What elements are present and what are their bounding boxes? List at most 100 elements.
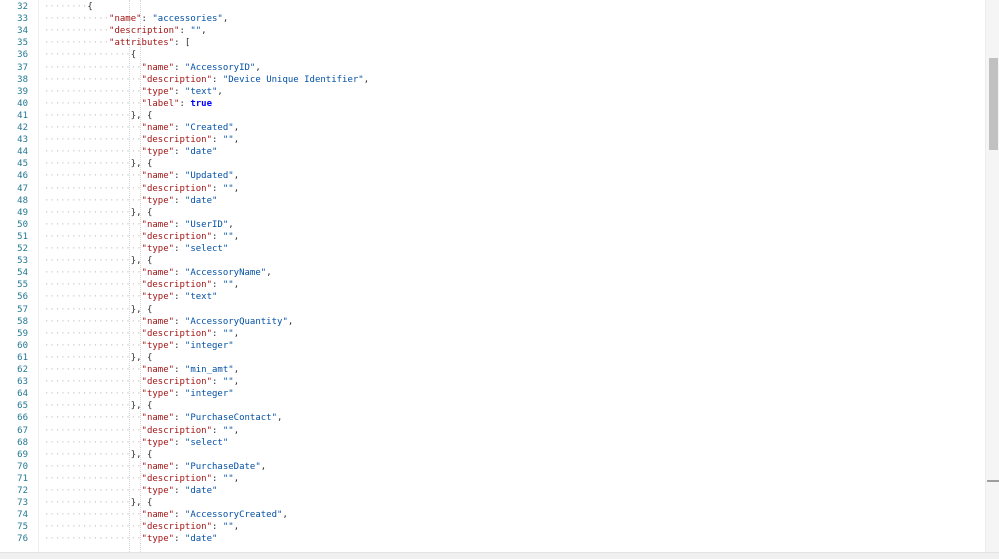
code-line[interactable]: 62 ··················"name": "min_amt", xyxy=(0,364,985,376)
code-line[interactable]: 34 ············"description": "", xyxy=(0,25,985,37)
whitespace-dots: ·················· xyxy=(44,377,142,388)
code-editor[interactable]: 32 ········{33 ············"name": "access… xyxy=(0,0,999,552)
whitespace-dots: ·················· xyxy=(44,473,142,484)
line-number: 40 xyxy=(17,98,28,109)
code-line[interactable]: 57 ················}, { xyxy=(0,304,985,316)
code-line[interactable]: 48 ··················"type": "date" xyxy=(0,195,985,207)
line-number: 43 xyxy=(17,135,28,146)
line-number: 51 xyxy=(17,231,28,242)
code-line[interactable]: 58 ··················"name": "AccessoryQu… xyxy=(0,316,985,328)
code-line[interactable]: 42 ··················"name": "Created", xyxy=(0,122,985,134)
code-line[interactable]: 44 ··················"type": "date" xyxy=(0,146,985,158)
json-punctuation: , xyxy=(233,377,240,388)
code-line[interactable]: 49 ················}, { xyxy=(0,207,985,219)
code-line[interactable]: 54 ··················"name": "AccessoryNa… xyxy=(0,267,985,279)
code-line[interactable]: 36 ················{ xyxy=(0,49,985,61)
code-line[interactable]: 63 ··················"description": "", xyxy=(0,376,985,388)
line-content: ··················"name": "AccessoryCrea… xyxy=(44,509,288,521)
code-line[interactable]: 69 ················}, { xyxy=(0,449,985,461)
code-line[interactable]: 70 ··················"name": "PurchaseDat… xyxy=(0,461,985,473)
line-number: 52 xyxy=(17,244,28,254)
code-line[interactable]: 74 ··················"name": "AccessoryCr… xyxy=(0,509,985,521)
whitespace-dots: ·················· xyxy=(44,244,142,254)
whitespace-dots: ············ xyxy=(44,38,110,49)
json-punctuation: : xyxy=(174,389,185,400)
code-line[interactable]: 61 ················}, { xyxy=(0,352,985,364)
code-line[interactable]: 52 ··················"type": "select" xyxy=(0,243,985,255)
code-line[interactable]: 66 ··················"name": "PurchaseCon… xyxy=(0,412,985,424)
code-line[interactable]: 41 ················}, { xyxy=(0,110,985,122)
code-line[interactable]: 68 ··················"type": "select" xyxy=(0,437,985,449)
whitespace-dots: ·················· xyxy=(44,522,142,533)
json-punctuation: : xyxy=(174,340,185,351)
code-line[interactable]: 45 ················}, { xyxy=(0,158,985,170)
json-boolean: true xyxy=(190,98,213,109)
json-key: "description" xyxy=(141,135,212,146)
code-line[interactable]: 55 ··················"description": "", xyxy=(0,279,985,291)
whitespace-dots: ················ xyxy=(44,110,131,121)
code-line[interactable]: 46 ··················"name": "Updated", xyxy=(0,170,985,182)
json-punctuation: }, { xyxy=(130,256,153,267)
line-content: ··················"name": "AccessoryID", xyxy=(44,62,261,74)
json-key: "name" xyxy=(141,461,175,472)
code-line[interactable]: 37 ··················"name": "AccessoryID… xyxy=(0,62,985,74)
code-line[interactable]: 33 ············"name": "accessories", xyxy=(0,13,985,25)
json-string: "PurchaseContact" xyxy=(184,413,278,424)
code-line[interactable]: 73 ················}, { xyxy=(0,497,985,509)
code-line[interactable]: 43 ··················"description": "", xyxy=(0,134,985,146)
json-string: "" xyxy=(222,231,234,242)
code-line[interactable]: 72 ··················"type": "date" xyxy=(0,485,985,497)
line-number: 54 xyxy=(17,268,28,279)
json-punctuation: : [ xyxy=(174,38,191,49)
code-line[interactable]: 50 ··················"name": "UserID", xyxy=(0,219,985,231)
whitespace-dots: ·················· xyxy=(44,413,142,424)
whitespace-dots: ·················· xyxy=(44,389,142,400)
json-punctuation: : xyxy=(212,328,223,339)
json-punctuation: : xyxy=(174,219,185,230)
code-line[interactable]: 40 ··················"label": true xyxy=(0,98,985,110)
line-content: ··················"description": "", xyxy=(44,328,239,340)
json-punctuation: , xyxy=(233,328,240,339)
line-content: ··················"type": "select" xyxy=(44,243,228,255)
code-line[interactable]: 75 ··················"description": "", xyxy=(0,521,985,533)
json-punctuation: : xyxy=(174,62,185,73)
line-content: ················}, { xyxy=(44,400,152,412)
json-punctuation: , xyxy=(282,510,288,521)
json-key: "name" xyxy=(141,510,175,521)
line-content: ··················"description": "Device… xyxy=(44,74,369,86)
code-lines[interactable]: 32 ········{33 ············"name": "access… xyxy=(0,0,985,552)
vertical-scrollbar[interactable] xyxy=(985,0,999,552)
json-key: "type" xyxy=(141,389,175,400)
json-string: "" xyxy=(222,328,234,339)
whitespace-dots: ·················· xyxy=(44,171,142,182)
code-line[interactable]: 32 ········{ xyxy=(0,1,985,13)
json-punctuation: : xyxy=(179,26,191,37)
code-line[interactable]: 38 ··················"description": "Devi… xyxy=(0,74,985,86)
whitespace-dots: ·················· xyxy=(44,510,142,521)
code-line[interactable]: 56 ··················"type": "text" xyxy=(0,291,985,303)
scrollbar-thumb[interactable] xyxy=(989,58,998,150)
code-line[interactable]: 35 ············"attributes": [ xyxy=(0,37,985,49)
code-line[interactable]: 67 ··················"description": "", xyxy=(0,425,985,437)
line-number: 32 xyxy=(17,2,28,12)
json-key: "name" xyxy=(141,62,175,73)
line-content: ············"name": "accessories", xyxy=(44,13,228,25)
json-punctuation: }, { xyxy=(130,159,153,170)
code-line[interactable]: 65 ················}, { xyxy=(0,400,985,412)
line-content: ··················"name": "PurchaseDate"… xyxy=(44,461,266,473)
code-line[interactable]: 51 ··················"description": "", xyxy=(0,231,985,243)
code-line[interactable]: 47 ··················"description": "", xyxy=(0,183,985,195)
json-punctuation: : xyxy=(174,461,185,472)
code-line[interactable]: 39 ··················"type": "text", xyxy=(0,86,985,98)
code-line[interactable]: 71 ··················"description": "", xyxy=(0,473,985,485)
line-content: ··················"name": "AccessoryQuan… xyxy=(44,316,293,328)
code-line[interactable]: 59 ··················"description": "", xyxy=(0,328,985,340)
code-line[interactable]: 60 ··················"type": "integer" xyxy=(0,340,985,352)
line-number: 67 xyxy=(17,425,28,436)
json-punctuation: : xyxy=(174,195,185,206)
line-content: ··················"description": "", xyxy=(44,231,239,243)
code-line[interactable]: 76 ··················"type": "date" xyxy=(0,533,985,545)
code-line[interactable]: 53 ················}, { xyxy=(0,255,985,267)
whitespace-dots: ·················· xyxy=(44,437,142,448)
code-line[interactable]: 64 ··················"type": "integer" xyxy=(0,388,985,400)
